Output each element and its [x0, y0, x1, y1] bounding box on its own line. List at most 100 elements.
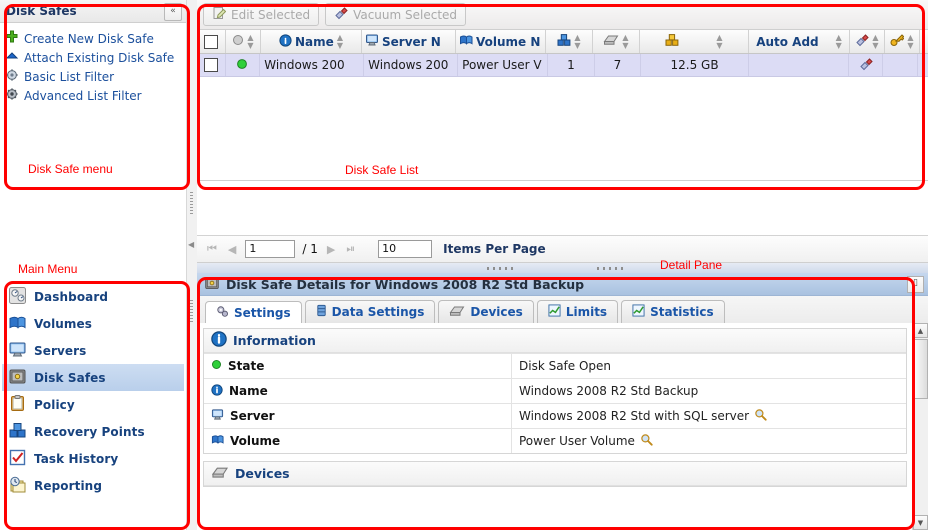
sort-arrows-icon[interactable]: ▲ ▼ [337, 33, 343, 50]
column-header-auto-add[interactable]: Auto Add ▲ ▼ [749, 30, 850, 53]
button-label: Vacuum Selected [353, 7, 458, 22]
info-value: Disk Safe Open [512, 354, 906, 378]
column-header-select-all[interactable] [197, 30, 226, 53]
splitter-grip[interactable] [487, 267, 513, 270]
sort-arrows-icon[interactable]: ▲ ▼ [574, 33, 580, 50]
disk-safe-menu-panel: Disk Safes « Create New Disk Safe Attach… [0, 0, 186, 182]
detail-tabs: Settings Data Settings Devices Limits St… [197, 296, 928, 324]
scroll-down-icon[interactable]: ▼ [913, 515, 928, 530]
menu-item-create-new-disk-safe[interactable]: Create New Disk Safe [5, 29, 186, 48]
splitter-collapse-arrow-icon[interactable]: ◀ [188, 240, 195, 249]
last-page-icon[interactable]: ⏯ [344, 242, 357, 256]
chart-icon [632, 304, 645, 320]
tab-limits[interactable]: Limits [536, 300, 619, 323]
devices-section: Devices [203, 461, 907, 487]
page-number-input[interactable]: 1 [245, 240, 296, 258]
menu-item-attach-existing-disk-safe[interactable]: Attach Existing Disk Safe [5, 48, 186, 67]
state-bubble-icon [232, 34, 244, 49]
splitter-grip[interactable] [190, 192, 193, 214]
info-value-text: Windows 2008 R2 Std with SQL server [519, 409, 750, 423]
splitter-grip[interactable] [190, 300, 193, 322]
magnifier-icon[interactable] [640, 433, 653, 449]
vacuum-icon[interactable] [859, 57, 873, 74]
annotation-label-main-menu: Main Menu [18, 262, 78, 276]
sidebar-item-dashboard[interactable]: Dashboard [2, 283, 184, 310]
sidebar-item-policy[interactable]: Policy [2, 391, 184, 418]
items-per-page-input[interactable]: 10 [378, 240, 433, 258]
edit-selected-button[interactable]: Edit Selected [203, 3, 320, 26]
scrollbar-thumb[interactable] [913, 339, 928, 399]
scroll-up-icon[interactable]: ▲ [913, 323, 928, 338]
device-icon [211, 466, 229, 482]
row-state [226, 54, 261, 76]
gears-icon [216, 305, 229, 321]
sidebar-item-servers[interactable]: Servers [2, 337, 184, 364]
info-value-text: Windows 2008 R2 Std Backup [519, 384, 699, 398]
splitter-grip[interactable] [597, 267, 623, 270]
column-header-server-name[interactable]: Server N [362, 30, 456, 53]
cubes-icon [8, 421, 27, 443]
sort-arrows-icon[interactable]: ▲ ▼ [907, 33, 913, 50]
sort-arrows-icon[interactable]: ▲ ▼ [872, 33, 878, 50]
sidebar-item-disk-safes[interactable]: Disk Safes [2, 364, 184, 391]
pagination-bar: ⏮ ◀ 1 / 1 ▶ ⏯ 10 Items Per Page [197, 235, 928, 263]
sidebar-item-reporting[interactable]: Reporting [2, 472, 184, 499]
tab-devices[interactable]: Devices [438, 300, 534, 323]
column-header-vacuum[interactable]: ▲ ▼ [850, 30, 885, 53]
sort-arrows-icon[interactable]: ▲ ▼ [247, 33, 253, 50]
column-header-encryption-key[interactable]: ▲ ▼ [885, 30, 920, 53]
sort-arrows-icon[interactable]: ▲ ▼ [836, 33, 842, 50]
information-section: Information State Disk Safe Open Name Wi… [203, 328, 907, 454]
sidebar-item-volumes[interactable]: Volumes [2, 310, 184, 337]
first-page-icon[interactable]: ⏮ [205, 242, 219, 256]
menu-item-basic-list-filter[interactable]: Basic List Filter [5, 67, 186, 86]
column-header-volume-name[interactable]: Volume N [456, 30, 546, 53]
column-header-label: Auto Add [756, 34, 819, 49]
tab-data-settings[interactable]: Data Settings [304, 300, 436, 323]
row-size: 12.5 GB [641, 54, 749, 76]
prev-page-icon[interactable]: ◀ [226, 243, 238, 256]
table-row[interactable]: Windows 200 Windows 200 Power User V 1 7… [197, 54, 928, 77]
key-icon [890, 33, 905, 50]
column-header-label: Name [295, 34, 334, 49]
sidebar-item-label: Recovery Points [34, 424, 145, 439]
checkbox-icon[interactable] [203, 58, 218, 72]
sort-arrows-icon[interactable]: ▲ ▼ [716, 33, 722, 50]
sidebar-item-label: Volumes [34, 316, 93, 331]
book-icon [459, 33, 473, 50]
content-area: Edit Selected Vacuum Selected ▲ ▼ Name ▲… [197, 0, 928, 530]
row-auto-add [749, 54, 849, 76]
row-select-checkbox[interactable] [197, 54, 226, 76]
application-window: Disk Safes « Create New Disk Safe Attach… [0, 0, 928, 530]
column-header-name[interactable]: Name ▲ ▼ [261, 30, 362, 53]
column-header-recovery-points[interactable]: ▲ ▼ [593, 30, 640, 53]
device-icon [603, 34, 619, 49]
sort-arrows-icon[interactable]: ▲ ▼ [622, 33, 628, 50]
devices-section-header[interactable]: Devices [204, 462, 906, 486]
items-per-page-label: Items Per Page [443, 242, 546, 256]
chevron-double-left-icon[interactable]: « [164, 3, 182, 21]
vacuum-selected-button[interactable]: Vacuum Selected [325, 3, 467, 26]
detail-scrollbar[interactable]: ▲ ▼ [912, 323, 928, 530]
menu-item-advanced-list-filter[interactable]: Advanced List Filter [5, 86, 186, 105]
sidebar-item-recovery-points[interactable]: Recovery Points [2, 418, 184, 445]
tab-statistics[interactable]: Statistics [621, 300, 725, 323]
sidebar-item-task-history[interactable]: Task History [2, 445, 184, 472]
info-label: Name [204, 379, 512, 403]
tab-settings[interactable]: Settings [205, 301, 302, 324]
checkbox-icon[interactable] [204, 34, 218, 49]
detail-pane-title: Disk Safe Details for Windows 2008 R2 St… [226, 276, 585, 292]
edit-icon [212, 6, 227, 23]
column-header-devices-count[interactable]: ▲ ▼ [546, 30, 593, 53]
column-header-size[interactable]: ▲ ▼ [640, 30, 749, 53]
vacuum-icon [334, 6, 348, 23]
column-header-state[interactable]: ▲ ▼ [226, 30, 261, 53]
row-name: Windows 200 [260, 54, 365, 76]
disk-safe-grid: ▲ ▼ Name ▲ ▼ Server N Volume N ▲ ▼ ▲ ▼ ▲… [197, 30, 928, 181]
row-actions [918, 54, 928, 76]
tab-label: Settings [234, 306, 291, 320]
row-vacuum-action[interactable] [849, 54, 884, 76]
magnifier-icon[interactable] [754, 408, 767, 424]
minimize-icon[interactable]: ▯ [907, 276, 924, 293]
next-page-icon[interactable]: ▶ [325, 243, 337, 256]
